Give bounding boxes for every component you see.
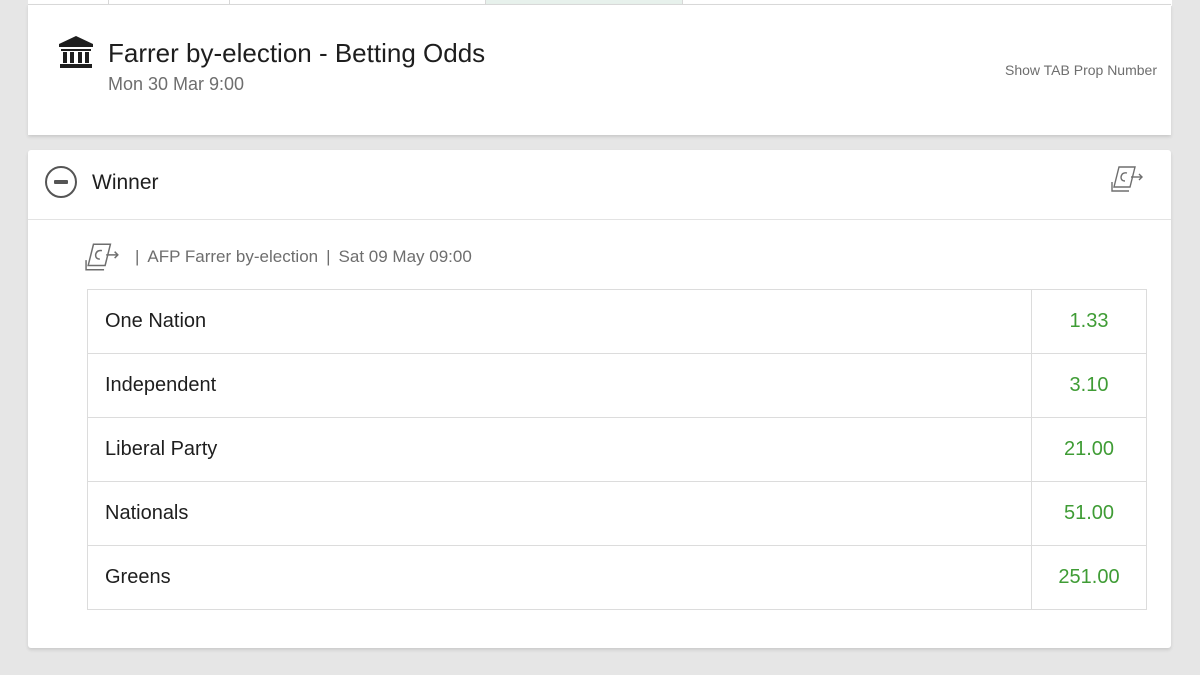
market-meta: | AFP Farrer by-election | Sat 09 May 09…: [85, 242, 472, 272]
table-row: One Nation 1.33: [88, 290, 1146, 354]
odds-price-button[interactable]: 1.33: [1032, 290, 1146, 353]
table-row: Independent 3.10: [88, 354, 1146, 418]
table-row: Greens 251.00: [88, 546, 1146, 609]
market-meta-name: AFP Farrer by-election: [147, 247, 319, 266]
cash-out-icon[interactable]: [1111, 165, 1145, 193]
runner-name: Liberal Party: [88, 418, 1032, 481]
event-header-card: Farrer by-election - Betting Odds Mon 30…: [28, 4, 1171, 135]
meta-separator: |: [326, 247, 331, 266]
market-title: Winner: [92, 171, 159, 194]
market-card-winner: Winner | AFP Farrer by-election | Sat 09…: [28, 150, 1171, 648]
event-date: Mon 30 Mar 9:00: [108, 74, 245, 94]
odds-price-button[interactable]: 3.10: [1032, 354, 1146, 417]
table-row: Nationals 51.00: [88, 482, 1146, 546]
cash-out-icon: [85, 243, 119, 271]
event-title: Farrer by-election - Betting Odds: [108, 38, 486, 68]
meta-separator: |: [135, 247, 140, 266]
table-row: Liberal Party 21.00: [88, 418, 1146, 482]
market-meta-date: Sat 09 May 09:00: [338, 247, 472, 266]
runner-name: Independent: [88, 354, 1032, 417]
runner-name: One Nation: [88, 290, 1032, 353]
odds-price-button[interactable]: 51.00: [1032, 482, 1146, 545]
odds-price-button[interactable]: 21.00: [1032, 418, 1146, 481]
odds-table: One Nation 1.33 Independent 3.10 Liberal…: [87, 289, 1147, 610]
show-tab-prop-number-link[interactable]: Show TAB Prop Number: [1005, 62, 1157, 78]
runner-name: Nationals: [88, 482, 1032, 545]
odds-price-button[interactable]: 251.00: [1032, 546, 1146, 609]
market-header[interactable]: Winner: [28, 150, 1171, 220]
runner-name: Greens: [88, 546, 1032, 609]
bank-building-icon: [59, 36, 93, 68]
minus-circle-icon[interactable]: [45, 166, 77, 198]
